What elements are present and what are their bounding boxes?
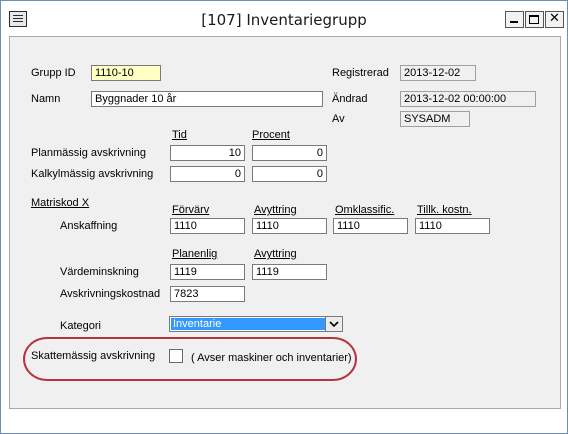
planmassig-label: Planmässig avskrivning (31, 147, 146, 159)
kategori-select[interactable]: Inventarie (169, 316, 343, 332)
tillk-kostn-header: Tillk. kostn. (417, 204, 472, 216)
chevron-down-icon[interactable] (325, 317, 342, 331)
maximize-button[interactable] (525, 11, 544, 28)
registrerad-label: Registrerad (332, 67, 389, 79)
anskaffning-tillk-field[interactable]: 1110 (415, 218, 490, 234)
kalkylmassig-tid-field[interactable]: 0 (170, 166, 245, 182)
title-bar[interactable]: [107] Inventariegrupp ✕ (1, 1, 567, 35)
registrerad-field: 2013-12-02 (400, 65, 476, 81)
grupp-id-label: Grupp ID (31, 67, 76, 79)
procent-header: Procent (252, 129, 290, 141)
namn-label: Namn (31, 93, 61, 105)
kalkylmassig-label: Kalkylmässig avskrivning (31, 168, 154, 180)
kategori-selected-value: Inventarie (171, 318, 325, 330)
close-button[interactable]: ✕ (545, 11, 564, 28)
avskrivningskostnad-field[interactable]: 7823 (170, 286, 245, 302)
kategori-label: Kategori (60, 320, 101, 332)
kalkylmassig-procent-field[interactable]: 0 (252, 166, 327, 182)
highlight-ellipse (23, 337, 357, 381)
close-icon: ✕ (549, 11, 560, 26)
andrad-field: 2013-12-02 00:00:00 (400, 91, 536, 107)
matriskod-label: Matriskod X (31, 197, 90, 209)
vardeminskning-avyttring-field[interactable]: 1119 (252, 264, 327, 280)
avyttring-header: Avyttring (254, 204, 297, 216)
minimize-icon (510, 21, 518, 23)
andrad-label: Ändrad (332, 93, 368, 105)
tid-header: Tid (172, 129, 187, 141)
maximize-icon (529, 15, 539, 24)
window-title: [107] Inventariegrupp (201, 11, 367, 29)
grupp-id-field[interactable]: 1110-10 (91, 65, 161, 81)
vardeminskning-planenlig-field[interactable]: 1119 (170, 264, 245, 280)
anskaffning-forvarv-field[interactable]: 1110 (170, 218, 245, 234)
planmassig-procent-field[interactable]: 0 (252, 145, 327, 161)
anskaffning-avyttring-field[interactable]: 1110 (252, 218, 327, 234)
av-label: Av (332, 113, 345, 125)
vardeminskning-label: Värdeminskning (60, 266, 139, 278)
minimize-button[interactable] (505, 11, 524, 28)
planenlig-header: Planenlig (172, 248, 218, 260)
av-field: SYSADM (400, 111, 470, 127)
avskrivningskostnad-label: Avskrivningskostnad (60, 288, 161, 300)
avyttring2-header: Avyttring (254, 248, 297, 260)
planmassig-tid-field[interactable]: 10 (170, 145, 245, 161)
anskaffning-omklassific-field[interactable]: 1110 (333, 218, 408, 234)
namn-field[interactable]: Byggnader 10 år (91, 91, 323, 107)
inventariegrupp-window: [107] Inventariegrupp ✕ Grupp ID 1110-10… (0, 0, 568, 434)
anskaffning-label: Anskaffning (60, 220, 118, 232)
forvarv-header: Förvärv (172, 204, 210, 216)
omklassific-header: Omklassific. (335, 204, 395, 216)
